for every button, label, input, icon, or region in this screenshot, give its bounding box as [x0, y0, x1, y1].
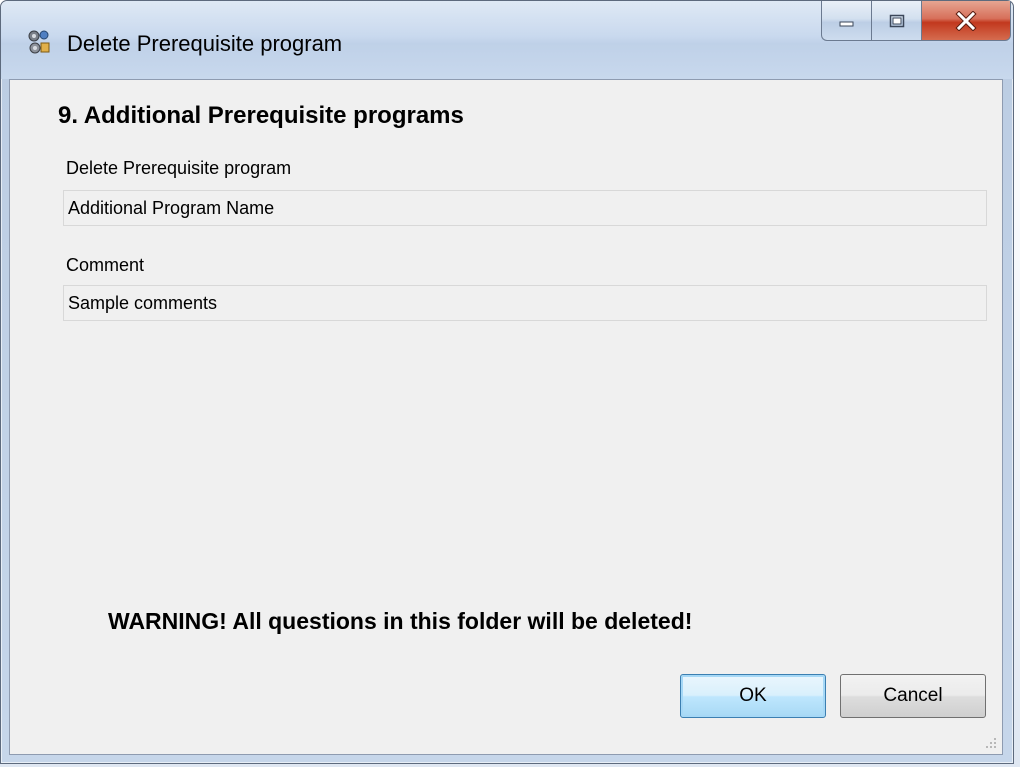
resize-grip-icon[interactable] [984, 736, 998, 750]
app-icon [28, 30, 50, 54]
maximize-icon [889, 14, 904, 27]
comment-field[interactable]: Sample comments [63, 285, 987, 321]
cancel-button[interactable]: Cancel [840, 674, 986, 718]
caption-buttons [821, 1, 1013, 43]
title-bar[interactable]: Delete Prerequisite program [1, 1, 1013, 79]
cancel-button-label: Cancel [883, 685, 943, 706]
program-name-field[interactable]: Additional Program Name [63, 190, 987, 226]
window-title: Delete Prerequisite program [67, 31, 343, 56]
ok-button[interactable]: OK [680, 674, 826, 718]
maximize-button[interactable] [871, 1, 921, 41]
comment-label: Comment [66, 255, 145, 275]
close-button[interactable] [921, 1, 1011, 41]
warning-message: WARNING! All questions in this folder wi… [108, 608, 693, 634]
ok-button-label: OK [739, 685, 767, 706]
minimize-icon [839, 21, 853, 26]
dialog-client-area: 9. Additional Prerequisite programs Dele… [9, 79, 1003, 755]
minimize-button[interactable] [821, 1, 871, 41]
dialog-window: Delete Prerequisite program 9. Additiona… [0, 0, 1014, 764]
program-label: Delete Prerequisite program [66, 158, 292, 178]
close-icon [955, 10, 977, 31]
dialog-heading: 9. Additional Prerequisite programs [58, 102, 464, 129]
